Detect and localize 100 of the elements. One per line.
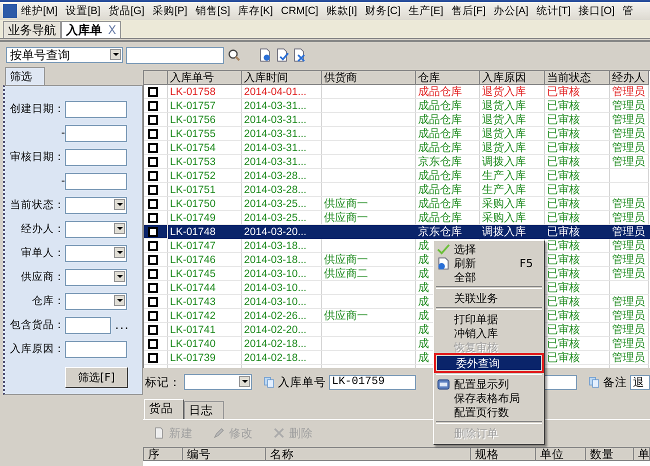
checkbox[interactable] — [148, 170, 158, 180]
checkbox[interactable] — [148, 100, 158, 110]
input-field[interactable] — [65, 172, 127, 190]
input-field[interactable] — [65, 124, 127, 142]
column-header[interactable]: 供货商 — [322, 71, 416, 85]
field-label: 入库原因： — [9, 342, 65, 356]
checkbox[interactable] — [148, 184, 158, 194]
menu-item[interactable]: 采购[P] — [152, 4, 188, 18]
menu-item[interactable]: 账款[I] — [326, 4, 358, 18]
menu-item[interactable]: 库存[K] — [238, 4, 273, 18]
mark-dropdown[interactable] — [184, 374, 252, 390]
checkbox[interactable] — [148, 86, 158, 96]
menu-item[interactable]: 售后[F] — [451, 4, 486, 18]
checkbox[interactable] — [148, 128, 158, 138]
table-row[interactable]: LK-01753 2014-03-31... 京东仓库 调拨入库 已审核 管理员 — [144, 155, 650, 169]
table-cell: 管理员 — [612, 99, 645, 112]
menu-item[interactable]: 全部 — [435, 270, 543, 284]
menu-item[interactable]: 办公[A] — [494, 4, 528, 18]
column-header[interactable]: 编号 — [183, 447, 266, 461]
checkbox[interactable] — [148, 268, 158, 278]
menu-item[interactable]: 打印单据 — [435, 312, 543, 326]
checkbox[interactable] — [148, 240, 158, 250]
table-row[interactable]: LK-01756 2014-03-31... 成品仓库 退货入库 已审核 管理员 — [144, 113, 650, 127]
checkbox[interactable] — [148, 254, 158, 264]
menu-item[interactable]: 设置[B] — [66, 4, 100, 18]
table-row[interactable]: LK-01754 2014-03-31... 成品仓库 退货入库 已审核 管理员 — [144, 141, 650, 155]
table-row[interactable]: LK-01752 2014-03-28... 成品仓库 生产入库 已审核 — [144, 169, 650, 183]
table-cell: 管理员 — [612, 323, 645, 336]
table-row[interactable]: LK-01750 2014-03-25... 供应商一 成品仓库 采购入库 已审核 管理员 — [144, 197, 650, 211]
menu-item[interactable]: 销售[S] — [195, 4, 230, 18]
input-field[interactable] — [65, 148, 127, 166]
table-cell: 退货入库 — [482, 127, 526, 140]
checkbox[interactable] — [148, 226, 158, 236]
menu-item[interactable]: 统计[T] — [536, 4, 571, 18]
menu-item[interactable]: 配置页行数 — [435, 405, 543, 419]
tab[interactable]: 货品 — [144, 399, 184, 419]
menu-item[interactable]: 管 — [622, 4, 634, 18]
document-x-icon[interactable] — [292, 48, 306, 62]
document-icon[interactable] — [258, 48, 272, 62]
table-row[interactable]: LK-01755 2014-03-31... 成品仓库 退货入库 已审核 管理员 — [144, 127, 650, 141]
search-field[interactable] — [126, 46, 224, 64]
input-field[interactable] — [65, 100, 127, 118]
column-header[interactable]: 入库时间 — [242, 71, 322, 85]
search-icon[interactable] — [227, 48, 241, 62]
checkbox[interactable] — [148, 296, 158, 306]
dropdown[interactable] — [65, 292, 127, 310]
menu-item[interactable]: 刷新 F5 — [435, 256, 543, 270]
column-header[interactable]: 序 — [144, 447, 183, 461]
filter-tab[interactable]: 筛选 — [5, 67, 45, 85]
menu-item[interactable]: 委外查询 — [437, 356, 541, 370]
checkbox[interactable] — [148, 352, 158, 362]
checkbox[interactable] — [148, 212, 158, 222]
close-button[interactable]: X — [108, 23, 116, 37]
document-check-icon[interactable] — [275, 48, 289, 62]
menu-item[interactable]: 维护[M] — [21, 4, 58, 18]
checkbox[interactable] — [148, 324, 158, 334]
menu-item[interactable]: 配置显示列 — [435, 377, 543, 391]
checkbox[interactable] — [148, 310, 158, 320]
input-field[interactable] — [65, 316, 111, 334]
table-cell: 2014-02-26... — [244, 310, 306, 322]
menu-item[interactable]: 选择 — [435, 242, 543, 256]
column-header[interactable]: 仓库 — [416, 71, 480, 85]
menu-item[interactable]: 冲销入库 — [435, 326, 543, 340]
input-field[interactable] — [65, 340, 127, 358]
column-header[interactable]: 入库单号 — [168, 71, 242, 85]
tab[interactable]: 日志 — [184, 401, 224, 419]
note-field[interactable]: 退 — [630, 374, 650, 390]
order-number-field[interactable]: LK-01759 — [328, 374, 416, 390]
checkbox[interactable] — [148, 198, 158, 208]
more-button[interactable]: ... — [115, 318, 130, 332]
tab[interactable]: 业务导航 — [3, 21, 61, 38]
table-row[interactable]: LK-01751 2014-03-28... 成品仓库 生产入库 已审核 — [144, 183, 650, 197]
menu-item[interactable]: 生产[E] — [408, 4, 444, 18]
checkbox[interactable] — [148, 114, 158, 124]
column-header[interactable]: 当前状态 — [545, 71, 610, 85]
column-header[interactable]: 入库原因 — [480, 71, 545, 85]
checkbox[interactable] — [148, 338, 158, 348]
column-header[interactable]: 数量 — [586, 447, 634, 461]
dropdown[interactable] — [65, 268, 127, 286]
menu-item[interactable]: 货品[G] — [108, 4, 144, 18]
menu-item[interactable]: CRM[C] — [280, 5, 318, 17]
column-header[interactable]: 规格 — [471, 447, 536, 461]
table-row[interactable]: LK-01748 2014-03-20... 京东仓库 调拨入库 已审核 管理员 — [144, 225, 650, 239]
checkbox[interactable] — [148, 142, 158, 152]
filter-button[interactable]: 筛选[F] — [65, 367, 128, 388]
menu-item[interactable]: 保存表格布局 — [435, 391, 543, 405]
column-header[interactable]: 单位 — [536, 447, 586, 461]
checkbox[interactable] — [148, 156, 158, 166]
column-header[interactable]: 名称 — [266, 447, 471, 461]
table-row[interactable]: LK-01758 2014-04-01... 成品仓库 退货入库 已审核 管理员 — [144, 85, 650, 99]
table-row[interactable]: LK-01757 2014-03-31... 成品仓库 退货入库 已审核 管理员 — [144, 99, 650, 113]
tab[interactable]: 入库单 X — [61, 21, 122, 38]
menu-item[interactable]: 接口[O] — [578, 4, 615, 18]
dropdown[interactable] — [65, 244, 127, 262]
column-header[interactable]: 经办人 — [610, 71, 649, 85]
menu-item[interactable]: 财务[C] — [365, 4, 401, 18]
dropdown[interactable] — [65, 220, 127, 238]
checkbox[interactable] — [148, 282, 158, 292]
query-mode-dropdown[interactable]: 按单号查询 — [6, 47, 123, 63]
dropdown[interactable] — [65, 196, 127, 214]
